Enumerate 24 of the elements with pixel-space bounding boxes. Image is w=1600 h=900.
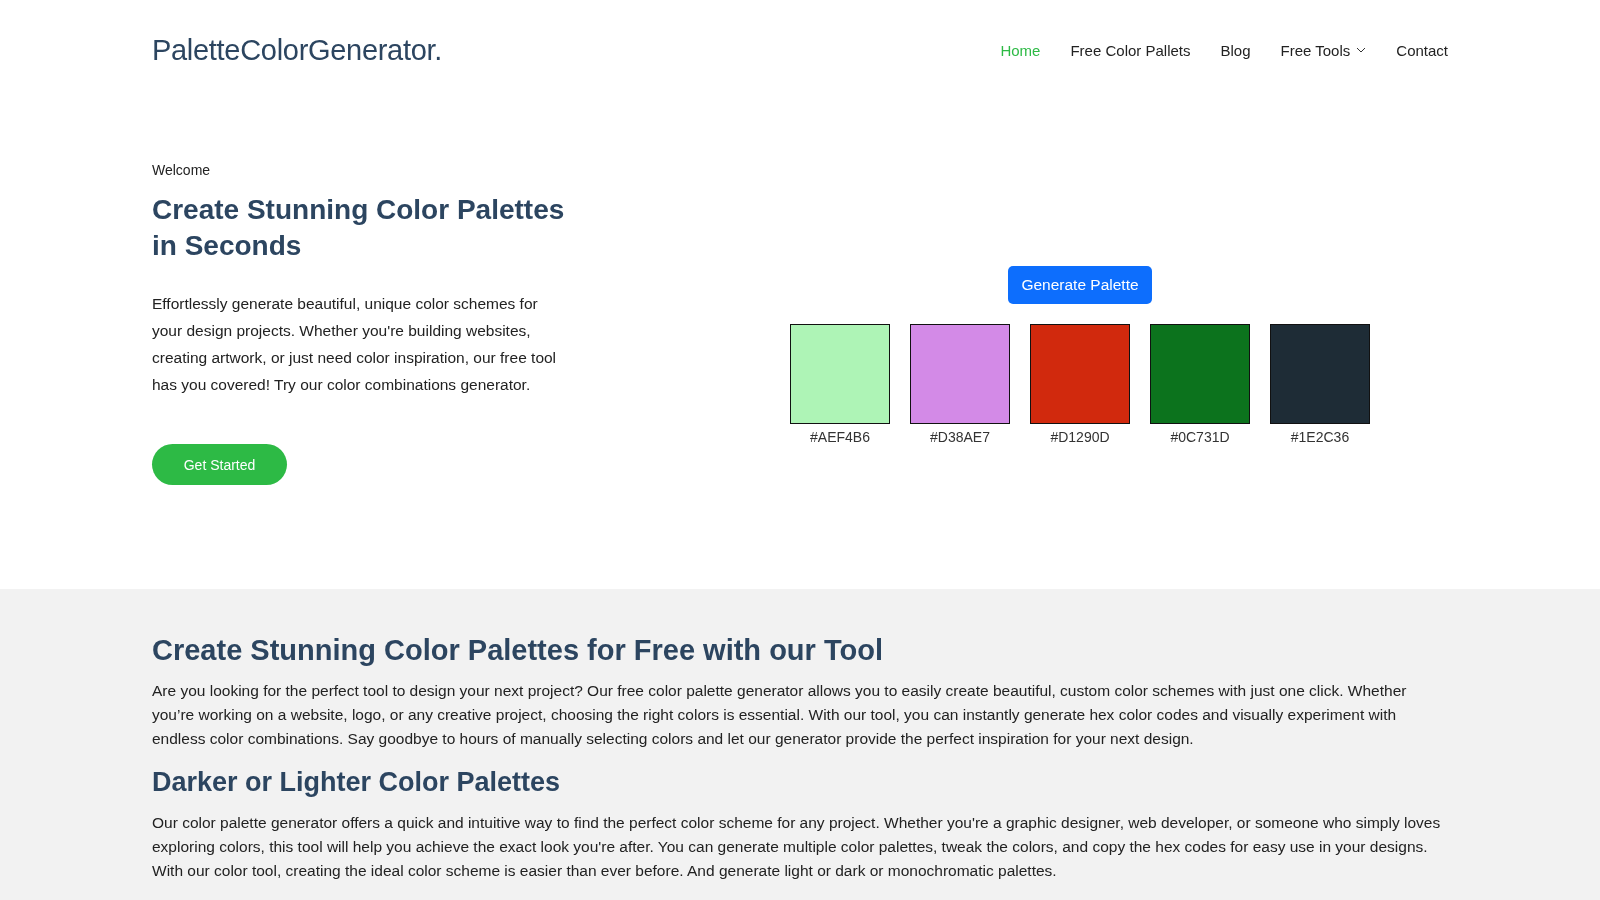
nav-link[interactable]: Blog <box>1220 41 1251 59</box>
generate-palette-button[interactable]: Generate Palette <box>1008 266 1152 304</box>
nav-link[interactable]: Free Tools <box>1280 41 1367 59</box>
nav-link[interactable]: Contact <box>1396 41 1448 59</box>
section-heading: Create Stunning Color Palettes for Free with our Tool <box>152 633 884 667</box>
caret-icon <box>1356 47 1367 53</box>
hex-code: #AEF4B6 <box>810 429 870 445</box>
hex-code: #1E2C36 <box>1290 429 1350 445</box>
section-text: Our color palette generator offers a quick and intuitive way to find the perfect color scheme for any project. Whether you're a graphic designer, web developer, or someone who simply loves exploring colors, this tool will help you achieve the exact look you're after. You can generate multiple color palettes, tweak the colors, and copy the hex codes for easy use in your designs. With our color tool, creating the ideal color scheme is easier than ever before. And generate light or dark or monochromatic palettes. <box>152 813 1442 881</box>
color-swatch[interactable] <box>1150 324 1250 424</box>
welcome-label: Welcome <box>152 162 212 178</box>
hex-code: #0C731D <box>1170 429 1230 445</box>
section-text: Are you looking for the perfect tool to design your next project? Our free color palette generator allows you to easily create beautiful, custom color schemes with just one click. Whether you’re working on a website, logo, or any creative project, choosing the right colors is essential. With our tool, you can instantly generate hex color codes and visually experiment with endless color combinations. Say goodbye to hours of manually selecting colors and let our generator provide the perfect inspiration for your next design. <box>152 681 1408 749</box>
section-heading: Darker or Lighter Color Palettes <box>152 766 562 799</box>
hero-title: Create Stunning Color Palettes in Seconds <box>152 193 566 263</box>
color-swatch[interactable] <box>910 324 1010 424</box>
hex-code: #D38AE7 <box>930 429 990 445</box>
site-logo[interactable]: PaletteColorGenerator. <box>152 33 442 67</box>
color-swatch[interactable] <box>1270 324 1370 424</box>
color-swatch[interactable] <box>1030 324 1130 424</box>
hex-code: #D1290D <box>1050 429 1110 445</box>
nav-link[interactable]: Free Color Pallets <box>1070 41 1191 59</box>
hero-description: Effortlessly generate beautiful, unique color schemes for your design projects. Whether you're building websites, creating artwork, or just need color inspiration, our free tool has you covered! Try our color combinations generator. <box>152 294 557 395</box>
color-swatch[interactable] <box>790 324 890 424</box>
